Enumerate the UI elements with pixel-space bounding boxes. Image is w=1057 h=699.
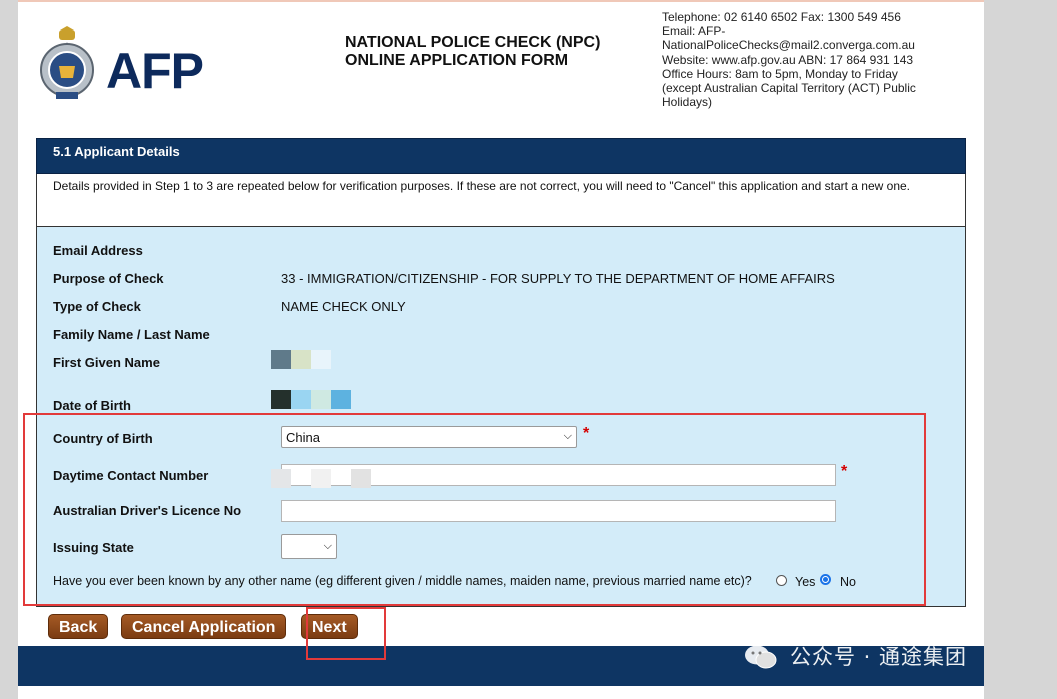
info-text: Details provided in Step 1 to 3 are repe… xyxy=(53,179,911,193)
afp-crest-icon xyxy=(40,26,94,99)
form-title-line-1: NATIONAL POLICE CHECK (NPC) xyxy=(345,34,601,51)
section-header: 5.1 Applicant Details xyxy=(36,138,966,174)
type-label: Type of Check xyxy=(53,299,141,314)
info-box: Details provided in Step 1 to 3 are repe… xyxy=(36,174,966,227)
afp-logo-text: AFP xyxy=(106,43,204,99)
contact-info: Telephone: 02 6140 6502 Fax: 1300 549 45… xyxy=(662,10,962,109)
redaction-block xyxy=(271,350,291,369)
purpose-value: 33 - IMMIGRATION/CITIZENSHIP - FOR SUPPL… xyxy=(281,271,835,286)
family-name-label: Family Name / Last Name xyxy=(53,327,210,342)
redaction-block xyxy=(311,390,331,409)
form-title: NATIONAL POLICE CHECK (NPC) ONLINE APPLI… xyxy=(345,34,600,70)
contact-website: Website: www.afp.gov.au ABN: 17 864 931 … xyxy=(662,52,914,67)
back-button[interactable]: Back xyxy=(48,614,109,639)
contact-hours-note: (except Australian Capital Territory (AC… xyxy=(662,81,916,96)
contact-hours: Office Hours: 8am to 5pm, Monday to Frid… xyxy=(662,66,898,81)
contact-hours-note-2: Holidays) xyxy=(662,95,713,110)
top-strip xyxy=(18,0,984,2)
redaction-block xyxy=(311,350,331,369)
highlight-box-fields xyxy=(23,413,926,606)
contact-telephone: Telephone: 02 6140 6502 Fax: 1300 549 45… xyxy=(662,10,901,24)
dob-label: Date of Birth xyxy=(53,398,131,413)
highlight-box-next xyxy=(306,607,386,660)
cancel-application-button[interactable]: Cancel Application xyxy=(121,614,287,639)
contact-email: NationalPoliceChecks@mail2.converga.com.… xyxy=(662,38,915,53)
redaction-block xyxy=(331,390,351,409)
section-title: 5.1 Applicant Details xyxy=(53,144,180,159)
type-value: NAME CHECK ONLY xyxy=(281,299,406,314)
form-title-line-2: ONLINE APPLICATION FORM xyxy=(345,52,569,69)
left-margin xyxy=(0,0,18,699)
redaction-block xyxy=(271,390,291,409)
contact-email-label: Email: AFP- xyxy=(662,24,726,39)
email-label: Email Address xyxy=(53,243,143,258)
watermark-text: 公众号 · 通途集团 xyxy=(790,645,968,669)
redaction-block xyxy=(291,350,311,369)
purpose-label: Purpose of Check xyxy=(53,271,164,286)
first-name-label: First Given Name xyxy=(53,355,160,370)
wechat-icon xyxy=(745,645,777,669)
redaction-block xyxy=(291,390,311,409)
right-margin xyxy=(984,0,1057,699)
